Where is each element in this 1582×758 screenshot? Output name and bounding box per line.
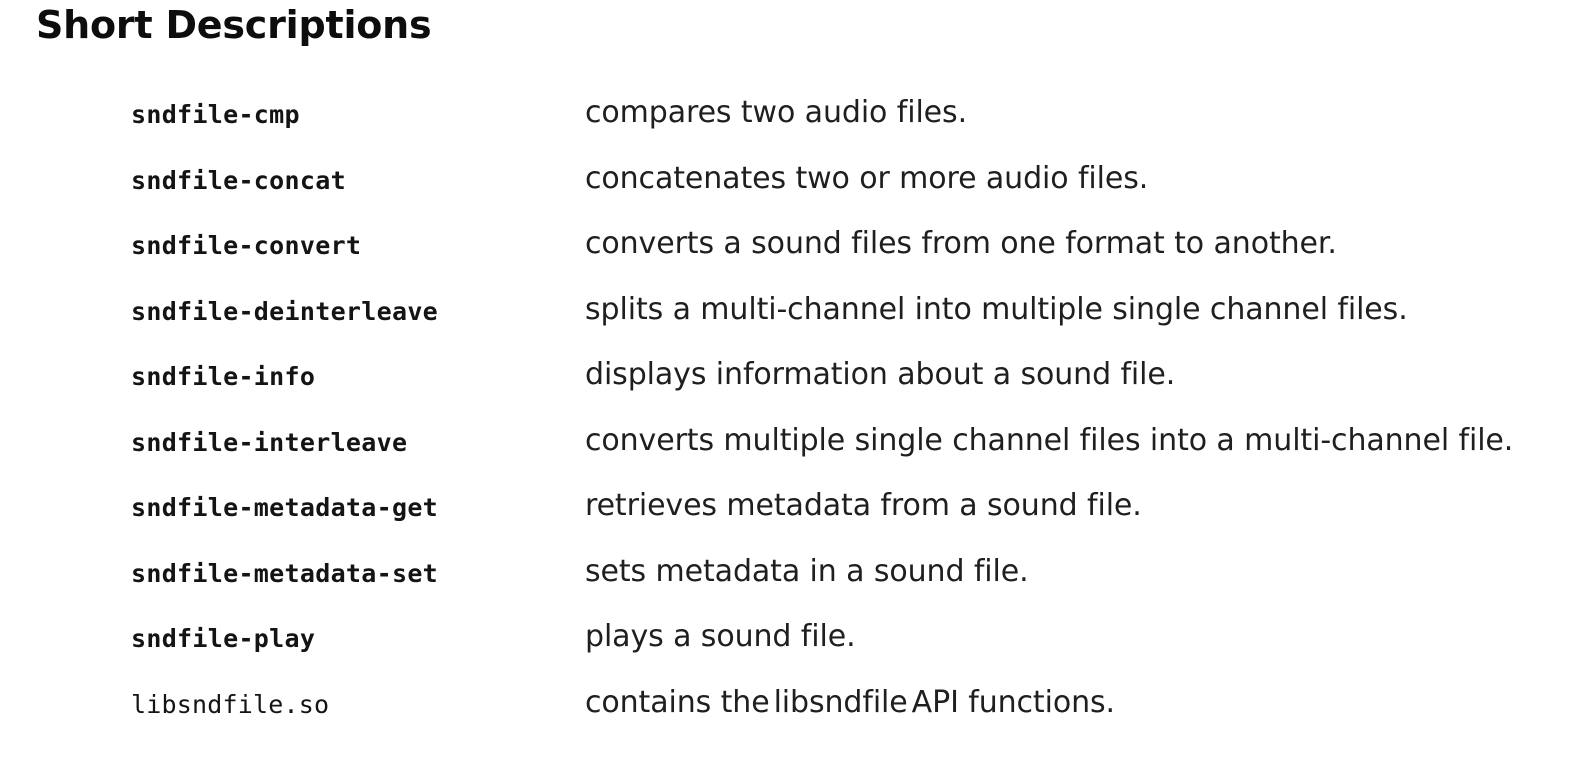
term-sndfile-play[interactable]: sndfile-play bbox=[131, 620, 315, 658]
description-libsndfile-so: contains the libsndfile API functions. bbox=[585, 682, 1115, 724]
term-sndfile-metadata-get[interactable]: sndfile-metadata-get bbox=[131, 489, 438, 527]
term-sndfile-info[interactable]: sndfile-info bbox=[131, 358, 315, 396]
list-item: sndfile-metadata-get retrieves metadata … bbox=[0, 488, 1582, 555]
list-item: sndfile-concat concatenates two or more … bbox=[0, 161, 1582, 228]
term-libsndfile-so[interactable]: libsndfile.so bbox=[131, 686, 329, 724]
description-sndfile-metadata-get: retrieves metadata from a sound file. bbox=[585, 488, 1142, 523]
description-sndfile-interleave: converts multiple single channel files i… bbox=[585, 422, 1514, 458]
description-sndfile-cmp: compares two audio files. bbox=[585, 95, 968, 130]
inline-code-libsndfile[interactable]: libsndfile bbox=[770, 685, 912, 720]
term-sndfile-metadata-set[interactable]: sndfile-metadata-set bbox=[131, 555, 438, 593]
page-root: Short Descriptions sndfile-cmp compares … bbox=[0, 0, 1582, 758]
description-sndfile-concat: concatenates two or more audio files. bbox=[585, 160, 1149, 196]
description-sndfile-convert: converts a sound files from one format t… bbox=[585, 226, 1337, 261]
term-sndfile-interleave[interactable]: sndfile-interleave bbox=[131, 424, 407, 462]
list-item: libsndfile.so contains the libsndfile API … bbox=[0, 685, 1582, 752]
term-sndfile-cmp[interactable]: sndfile-cmp bbox=[131, 96, 300, 134]
list-item: sndfile-info displays information about … bbox=[0, 357, 1582, 424]
list-item: sndfile-convert converts a sound files f… bbox=[0, 226, 1582, 293]
term-sndfile-convert[interactable]: sndfile-convert bbox=[131, 227, 361, 265]
description-sndfile-info: displays information about a sound file. bbox=[585, 357, 1176, 392]
list-item: sndfile-deinterleave splits a multi-chan… bbox=[0, 292, 1582, 359]
list-item: sndfile-metadata-set sets metadata in a … bbox=[0, 554, 1582, 621]
page-title: Short Descriptions bbox=[36, 3, 432, 47]
description-sndfile-play: plays a sound file. bbox=[585, 619, 856, 654]
list-item: sndfile-cmp compares two audio files. bbox=[0, 95, 1582, 162]
short-descriptions-list: sndfile-cmp compares two audio files. sn… bbox=[0, 95, 1582, 752]
description-text-after: API functions. bbox=[911, 684, 1115, 720]
description-sndfile-metadata-set: sets metadata in a sound file. bbox=[585, 553, 1029, 589]
term-sndfile-concat[interactable]: sndfile-concat bbox=[131, 162, 346, 200]
list-item: sndfile-play plays a sound file. bbox=[0, 619, 1582, 686]
term-sndfile-deinterleave[interactable]: sndfile-deinterleave bbox=[131, 293, 438, 331]
list-item: sndfile-interleave converts multiple sin… bbox=[0, 423, 1582, 490]
description-text-before: contains the bbox=[585, 684, 770, 720]
description-sndfile-deinterleave: splits a multi-channel into multiple sin… bbox=[585, 291, 1408, 327]
